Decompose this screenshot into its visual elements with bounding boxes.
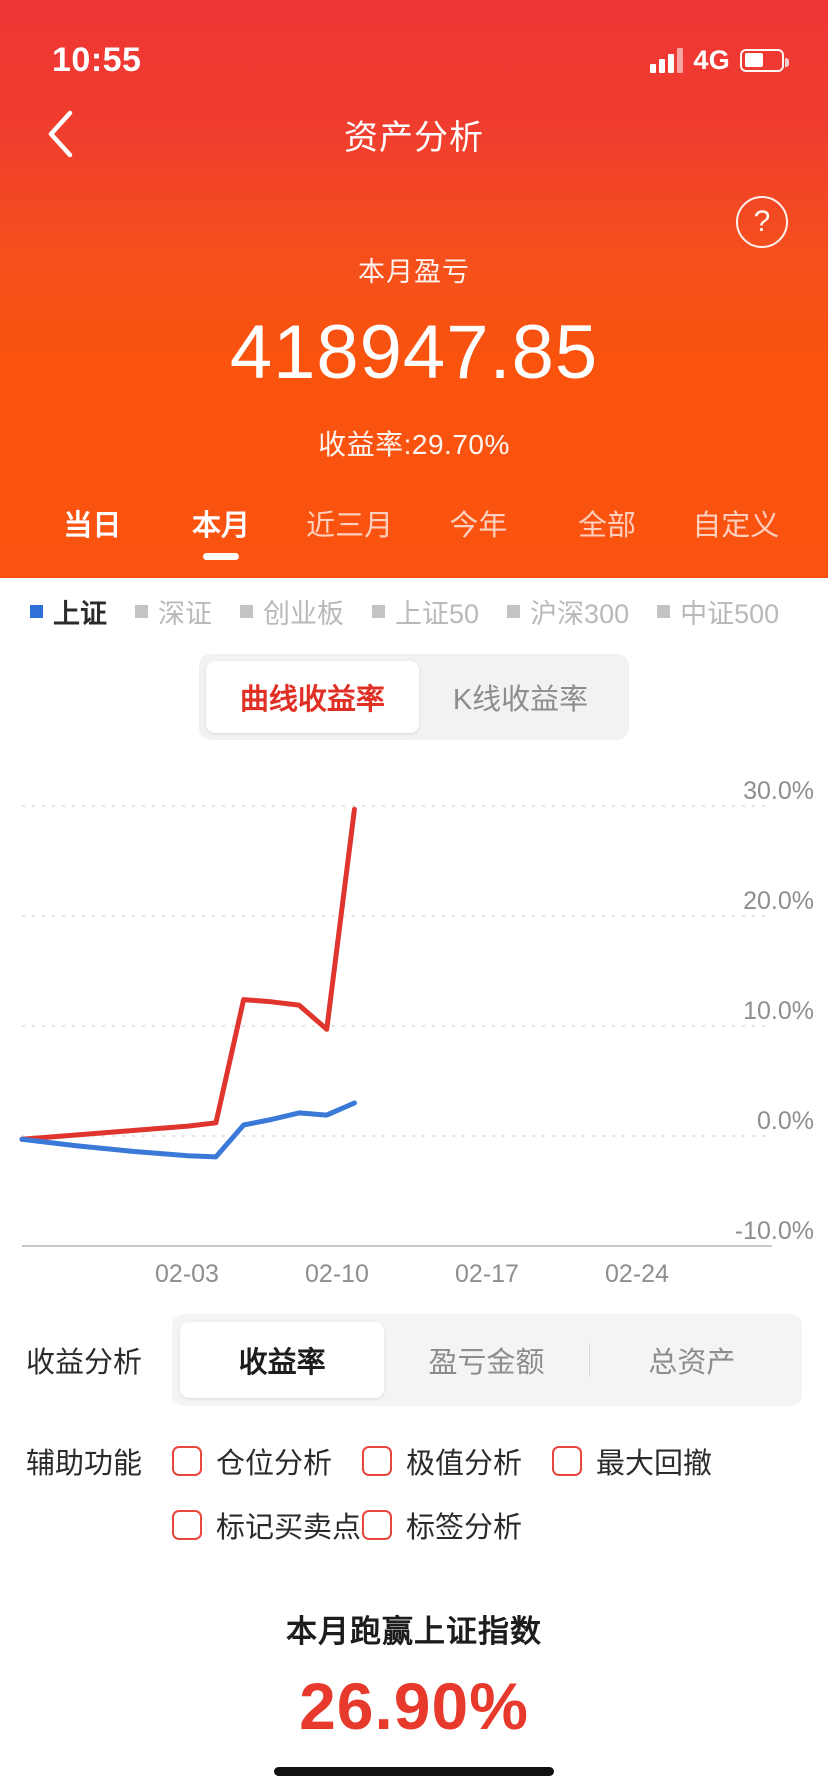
- aux-checkbox-line: 标记买卖点 标签分析: [172, 1504, 802, 1546]
- page-title: 资产分析: [344, 118, 484, 157]
- aux-checkbox-extremum-analysis[interactable]: 极值分析: [362, 1440, 552, 1482]
- return-rate-chart[interactable]: 30.0% 20.0% 10.0% 0.0% -10.0% 02-03 02-1…: [0, 748, 828, 1288]
- analysis-option-return-rate[interactable]: 收益率: [180, 1322, 385, 1398]
- network-type-label: 4G: [693, 44, 730, 75]
- index-option-label: 沪深300: [530, 598, 630, 629]
- legend-swatch-icon: [30, 604, 43, 618]
- range-tab-underline: [203, 553, 239, 560]
- checkbox-icon: [552, 1446, 582, 1476]
- controls-section: 收益分析 收益率 盈亏金额 总资产 辅助功能 仓位分析 极值分析 最大回撤 标记…: [0, 1314, 828, 1739]
- range-tab-custom[interactable]: 自定义: [671, 494, 800, 544]
- aux-checkbox-label: 仓位分析: [216, 1448, 333, 1480]
- legend-swatch-icon: [135, 604, 148, 618]
- index-option-csi500[interactable]: 中证500: [643, 592, 793, 631]
- asset-analysis-screen: 10:55 4G 资产分析 ? 本月盈亏 418947.85 收益率:29.70…: [0, 0, 828, 1792]
- range-tab-three-months[interactable]: 近三月: [285, 494, 414, 544]
- index-option-label: 创业板: [263, 598, 344, 629]
- back-button[interactable]: [30, 104, 90, 164]
- range-tab-all[interactable]: 全部: [543, 494, 672, 544]
- range-tab-label: 自定义: [692, 510, 780, 542]
- summary-hero: 10:55 4G 资产分析 ? 本月盈亏 418947.85 收益率:29.70…: [0, 0, 828, 578]
- legend-swatch-icon: [240, 604, 253, 618]
- analysis-option-profit-amount[interactable]: 盈亏金额: [384, 1322, 588, 1398]
- aux-row-label: 辅助功能: [26, 1448, 143, 1480]
- range-tab-year[interactable]: 今年: [414, 494, 543, 544]
- index-option-csi300[interactable]: 沪深300: [493, 592, 643, 631]
- aux-checkbox-label: 标记买卖点: [216, 1512, 362, 1544]
- index-option-label: 上证: [53, 598, 107, 629]
- x-axis-tick-label: 02-17: [455, 1260, 519, 1288]
- signal-bars-icon: [650, 47, 684, 73]
- aux-checkbox-grid: 仓位分析 极值分析 最大回撤 标记买卖点 标签分析: [172, 1440, 802, 1546]
- chart-mode-kline[interactable]: K线收益率: [419, 661, 622, 733]
- y-axis-tick-label: 10.0%: [743, 997, 814, 1025]
- chart-mode-segment-wrap: 曲线收益率 K线收益率: [0, 654, 828, 740]
- aux-checkbox-mark-trades[interactable]: 标记买卖点: [172, 1504, 362, 1546]
- index-option-sse[interactable]: 上证: [22, 592, 121, 631]
- outperformance-title: 本月跑赢上证指数: [286, 1614, 542, 1649]
- y-axis-tick-label: 20.0%: [743, 887, 814, 915]
- range-tab-label: 今年: [449, 510, 508, 542]
- index-option-chinext[interactable]: 创业板: [226, 592, 358, 631]
- index-option-label: 中证500: [680, 598, 780, 629]
- legend-swatch-icon: [657, 604, 671, 618]
- index-option-label: 上证50: [395, 598, 480, 629]
- chart-mode-curve[interactable]: 曲线收益率: [205, 661, 419, 733]
- range-tab-month[interactable]: 本月: [157, 494, 286, 560]
- chart-canvas: [19, 805, 772, 1247]
- chart-mode-segment: 曲线收益率 K线收益率: [198, 654, 630, 740]
- range-tab-bar: 当日 本月 近三月 今年 全部 自定义: [0, 482, 828, 578]
- status-bar-clock: 10:55: [52, 40, 142, 79]
- home-indicator: [274, 1767, 554, 1776]
- index-option-sse50[interactable]: 上证50: [358, 592, 493, 631]
- aux-checkbox-position-analysis[interactable]: 仓位分析: [172, 1440, 362, 1482]
- aux-checkbox-label: 最大回撤: [596, 1448, 713, 1480]
- status-bar-indicators: 4G: [650, 44, 789, 76]
- outperformance-footer: 本月跑赢上证指数 26.90%: [26, 1606, 802, 1739]
- question-mark-icon: ?: [753, 205, 771, 238]
- checkbox-icon: [172, 1510, 202, 1540]
- analysis-segment: 收益率 盈亏金额 总资产: [172, 1314, 802, 1406]
- navigation-bar: 资产分析: [0, 92, 828, 176]
- range-tab-day[interactable]: 当日: [28, 494, 157, 544]
- outperformance-value: 26.90%: [299, 1669, 529, 1743]
- aux-checkbox-label: 标签分析: [406, 1512, 523, 1544]
- range-tab-label: 本月: [192, 510, 251, 542]
- return-rate-label: 收益率:29.70%: [318, 429, 510, 460]
- index-option-szse[interactable]: 深证: [121, 592, 226, 631]
- aux-checkbox-max-drawdown[interactable]: 最大回撤: [552, 1440, 742, 1482]
- legend-swatch-icon: [507, 604, 521, 618]
- range-tab-label: 近三月: [306, 510, 394, 542]
- y-axis-tick-label: -10.0%: [734, 1217, 814, 1245]
- range-tab-label: 全部: [578, 510, 637, 542]
- analysis-option-total-assets[interactable]: 总资产: [590, 1322, 794, 1398]
- range-tab-label: 当日: [63, 510, 122, 542]
- y-axis-tick-label: 0.0%: [757, 1107, 814, 1135]
- aux-checkbox-label: 极值分析: [406, 1448, 523, 1480]
- x-axis-tick-label: 02-24: [605, 1260, 669, 1288]
- legend-swatch-icon: [372, 604, 385, 618]
- x-axis-tick-label: 02-10: [305, 1260, 369, 1288]
- profit-loss-value: 418947.85: [229, 310, 599, 395]
- x-axis-tick-label: 02-03: [155, 1260, 219, 1288]
- aux-checkbox-line: 仓位分析 极值分析 最大回撤: [172, 1440, 802, 1482]
- chevron-left-icon: [48, 110, 73, 158]
- checkbox-icon: [362, 1510, 392, 1540]
- checkbox-icon: [362, 1446, 392, 1476]
- analysis-row: 收益分析 收益率 盈亏金额 总资产: [26, 1314, 802, 1406]
- aux-row: 辅助功能 仓位分析 极值分析 最大回撤 标记买卖点 标签分析: [26, 1440, 802, 1546]
- status-bar: 10:55 4G: [0, 0, 828, 92]
- y-axis-tick-label: 30.0%: [743, 777, 814, 805]
- checkbox-icon: [172, 1446, 202, 1476]
- aux-checkbox-tag-analysis[interactable]: 标签分析: [362, 1504, 552, 1546]
- battery-icon: [740, 48, 789, 72]
- index-option-label: 深证: [158, 598, 212, 629]
- help-button[interactable]: ?: [736, 196, 788, 248]
- analysis-row-label: 收益分析: [26, 1347, 143, 1379]
- index-legend: 上证 深证 创业板 上证50 沪深300 中证500: [0, 578, 828, 644]
- profit-loss-label: 本月盈亏: [358, 257, 470, 287]
